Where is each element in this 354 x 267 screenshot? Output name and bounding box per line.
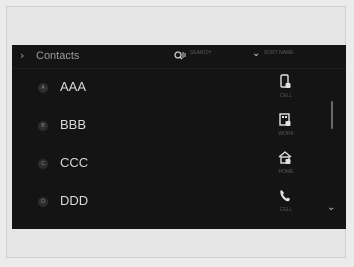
action-label: WORK — [278, 131, 294, 137]
contact-name: BBB — [60, 117, 87, 132]
scrollbar[interactable] — [331, 101, 333, 129]
header-bar: › Contacts SEARCH ⌄ SORT NAME — [12, 45, 346, 69]
action-label: CELL — [279, 207, 293, 213]
sort-button[interactable]: ⌄ SORT NAME — [252, 47, 312, 65]
list-item[interactable]: D DDD CELL — [12, 185, 322, 223]
letter-badge: D — [38, 197, 48, 207]
chevron-down-icon: ⌄ — [252, 48, 261, 59]
list-item[interactable]: A AAA CELL — [12, 71, 322, 109]
letter-badge: A — [38, 83, 48, 93]
scroll-down-chevron-icon[interactable]: ⌄ — [327, 202, 335, 214]
contact-name: CCC — [60, 155, 89, 170]
call-button[interactable]: WORK — [274, 112, 298, 142]
sort-label: SORT NAME — [264, 50, 294, 56]
mobile-phone-icon — [280, 74, 291, 88]
letter-badge: C — [38, 159, 48, 169]
work-phone-icon — [279, 113, 291, 126]
search-label: SEARCH — [190, 50, 211, 56]
back-chevron-icon[interactable]: › — [20, 49, 24, 63]
action-label: HOME — [278, 169, 294, 175]
call-button[interactable]: CELL — [274, 74, 298, 104]
action-label: CELL — [279, 93, 293, 99]
call-button[interactable]: HOME — [274, 150, 298, 180]
list-item[interactable]: B BBB WORK — [12, 109, 322, 147]
contact-name: AAA — [60, 79, 87, 94]
phone-handset-icon — [280, 190, 290, 202]
call-button[interactable]: CELL — [274, 188, 298, 218]
contact-name: DDD — [60, 193, 89, 208]
voice-search-icon — [174, 51, 186, 60]
contacts-screen: › Contacts SEARCH ⌄ SORT NAME A AAA CELL — [12, 45, 346, 229]
list-item[interactable]: C CCC HOME — [12, 147, 322, 185]
page-title: Contacts — [36, 50, 80, 62]
search-button[interactable]: SEARCH — [174, 47, 224, 65]
home-phone-icon — [278, 151, 292, 164]
letter-badge: B — [38, 121, 48, 131]
